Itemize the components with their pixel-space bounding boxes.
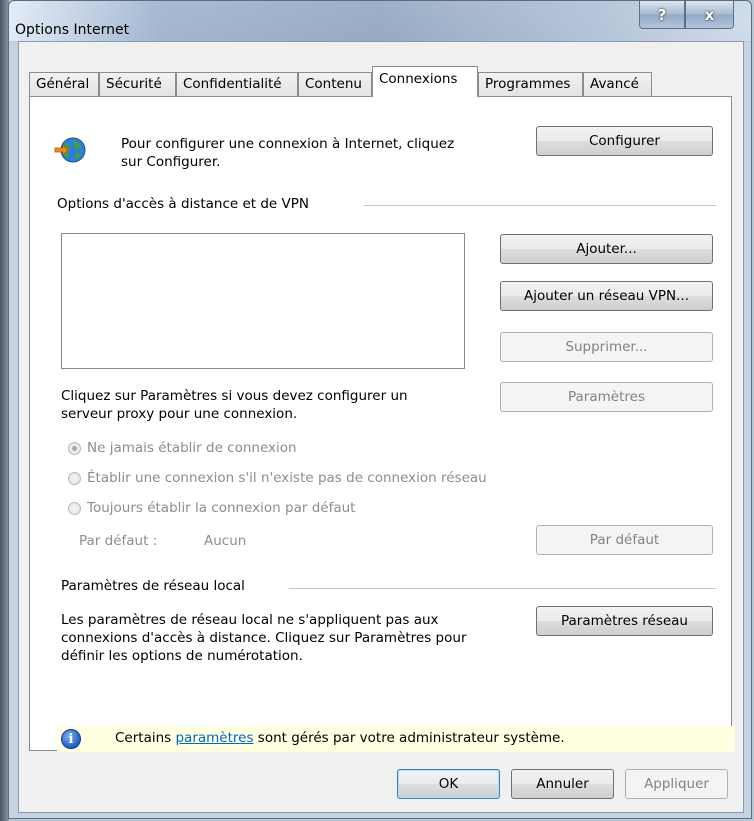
connection-listbox[interactable] xyxy=(61,233,465,369)
help-icon: ? xyxy=(657,5,667,24)
lan-text-line1: Les paramètres de réseau local ne s'appl… xyxy=(61,612,439,628)
radio-always-dial-default[interactable]: Toujours établir la connexion par défaut xyxy=(68,500,355,516)
dialog-client-area: Général Sécurité Confidentialité Contenu… xyxy=(18,41,744,813)
info-prefix: Certains xyxy=(115,730,176,746)
info-icon: i xyxy=(61,729,81,749)
radio-label: Ne jamais établir de connexion xyxy=(87,440,297,456)
tab-securite[interactable]: Sécurité xyxy=(99,72,176,96)
par-defaut-button[interactable]: Par défaut xyxy=(536,525,713,555)
ajouter-vpn-button[interactable]: Ajouter un réseau VPN... xyxy=(500,281,713,311)
ok-button[interactable]: OK xyxy=(397,769,500,799)
parametres-reseau-button[interactable]: Paramètres réseau xyxy=(536,606,713,636)
radio-label: Toujours établir la connexion par défaut xyxy=(87,500,356,516)
parametres-link[interactable]: paramètres xyxy=(175,730,253,746)
proxy-text-line1: Cliquez sur Paramètres si vous devez con… xyxy=(61,388,408,404)
tab-general[interactable]: Général xyxy=(29,72,99,96)
help-button[interactable]: ? xyxy=(639,1,685,29)
tab-programmes[interactable]: Programmes xyxy=(478,72,583,96)
radio-indicator xyxy=(68,501,81,515)
parametres-button[interactable]: Paramètres xyxy=(500,382,713,412)
dialup-section-divider xyxy=(364,205,716,206)
title-bar[interactable]: Options Internet ? x xyxy=(9,1,751,41)
default-value: Aucun xyxy=(204,533,247,549)
close-icon: x xyxy=(704,5,715,24)
globe-connection-icon xyxy=(54,137,86,163)
admin-info-bar: i Certains paramètres sont gérés par vot… xyxy=(57,726,735,752)
annuler-button[interactable]: Annuler xyxy=(511,769,614,799)
dialup-section-heading: Options d'accès à distance et de VPN xyxy=(57,196,309,212)
info-text: Certains paramètres sont gérés par votre… xyxy=(115,730,565,746)
options-internet-dialog: Options Internet ? x Général Sécurité Co… xyxy=(8,0,752,819)
tab-confidentialite[interactable]: Confidentialité xyxy=(176,72,298,96)
lan-section-divider xyxy=(289,588,716,589)
tab-contenu[interactable]: Contenu xyxy=(298,72,372,96)
close-button[interactable]: x xyxy=(685,1,734,29)
lan-text-line2: connexions d'accès à distance. Cliquez s… xyxy=(61,630,467,646)
radio-label: Établir une connexion s'il n'existe pas … xyxy=(87,470,487,486)
configurer-button[interactable]: Configurer xyxy=(536,126,713,156)
radio-dial-when-no-network[interactable]: Établir une connexion s'il n'existe pas … xyxy=(68,470,487,486)
radio-never-dial[interactable]: Ne jamais établir de connexion xyxy=(68,440,297,456)
setup-text-line1: Pour configurer une connexion à Internet… xyxy=(121,136,455,152)
tab-avance[interactable]: Avancé xyxy=(583,72,652,96)
lan-section-heading: Paramètres de réseau local xyxy=(61,578,245,594)
radio-indicator xyxy=(68,441,81,455)
default-label: Par défaut : xyxy=(79,533,158,549)
ajouter-button[interactable]: Ajouter... xyxy=(500,234,713,264)
radio-indicator xyxy=(68,471,81,485)
appliquer-button[interactable]: Appliquer xyxy=(625,769,728,799)
setup-text-line2: sur Configurer. xyxy=(121,154,221,170)
proxy-text-line2: serveur proxy pour une connexion. xyxy=(61,406,298,422)
lan-text-line3: définir les options de numérotation. xyxy=(61,648,303,664)
window-title: Options Internet xyxy=(15,22,130,38)
supprimer-button[interactable]: Supprimer... xyxy=(500,332,713,362)
tab-connexions[interactable]: Connexions xyxy=(372,66,478,97)
info-suffix: sont gérés par votre administrateur syst… xyxy=(253,730,565,746)
